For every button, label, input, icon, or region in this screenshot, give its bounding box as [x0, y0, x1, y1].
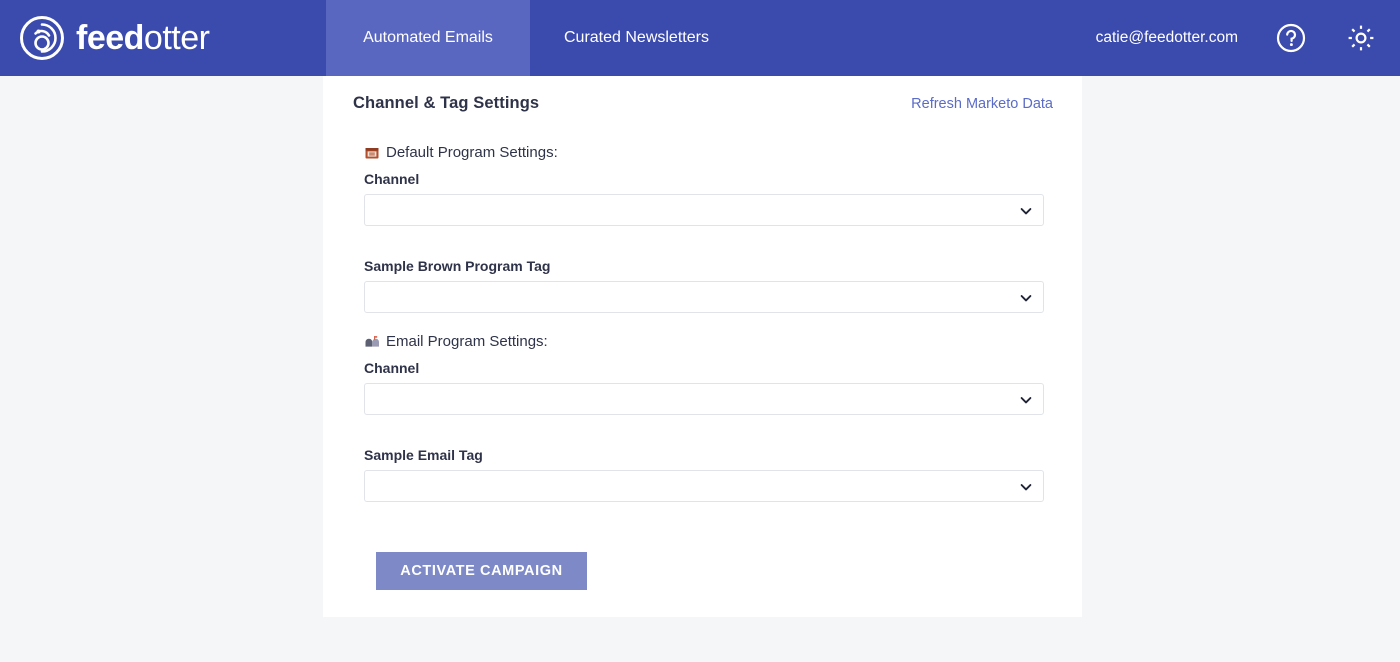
brand-wordmark-bold: feed: [76, 19, 144, 57]
section-email-program-label: Email Program Settings:: [386, 333, 548, 350]
field-sample-email-tag: Sample Email Tag: [364, 447, 1044, 502]
select-sample-brown-program-tag[interactable]: [364, 281, 1044, 313]
settings-card: Channel & Tag Settings Refresh Marketo D…: [323, 76, 1082, 617]
activate-campaign-button[interactable]: ACTIVATE CAMPAIGN: [376, 552, 587, 590]
page-title: Channel & Tag Settings: [353, 94, 540, 112]
field-sample-email-tag-label: Sample Email Tag: [364, 447, 483, 463]
refresh-marketo-data-link[interactable]: Refresh Marketo Data: [911, 96, 1053, 112]
field-sample-brown-program-tag: Sample Brown Program Tag: [364, 258, 1044, 313]
tab-automated-emails-label: Automated Emails: [363, 29, 493, 46]
field-sample-brown-program-tag-label: Sample Brown Program Tag: [364, 258, 551, 274]
field-email-channel-label: Channel: [364, 360, 420, 376]
marketo-email-program-icon: [364, 334, 380, 350]
tab-curated-newsletters[interactable]: Curated Newsletters: [530, 0, 743, 76]
section-default-program-label: Default Program Settings:: [386, 144, 558, 161]
field-email-channel: Channel: [364, 360, 1044, 415]
app-header: feedotter Automated Emails Curated Newsl…: [0, 0, 1400, 76]
marketo-default-program-icon: [364, 145, 380, 161]
tab-curated-newsletters-label: Curated Newsletters: [564, 29, 709, 46]
section-email-program-heading: Email Program Settings:: [364, 333, 1041, 350]
chevron-down-icon: [1019, 204, 1033, 218]
brand-logo[interactable]: feedotter: [0, 0, 326, 76]
select-email-channel[interactable]: [364, 383, 1044, 415]
tab-automated-emails[interactable]: Automated Emails: [326, 0, 530, 76]
chevron-down-icon: [1019, 393, 1033, 407]
field-default-channel: Channel: [364, 171, 1044, 226]
select-sample-email-tag[interactable]: [364, 470, 1044, 502]
feedotter-otter-logo-icon: [18, 14, 66, 62]
channel-tag-form: Default Program Settings: Channel Sample…: [323, 144, 1082, 590]
field-default-channel-label: Channel: [364, 171, 420, 187]
card-header: Channel & Tag Settings Refresh Marketo D…: [323, 76, 1082, 124]
gear-icon[interactable]: [1344, 21, 1378, 55]
brand-wordmark: feedotter: [76, 19, 210, 57]
brand-wordmark-light: otter: [143, 19, 210, 57]
select-default-channel[interactable]: [364, 194, 1044, 226]
header-actions: catie@feedotter.com: [1096, 0, 1400, 76]
chevron-down-icon: [1019, 291, 1033, 305]
user-email[interactable]: catie@feedotter.com: [1096, 29, 1238, 47]
section-default-program-heading: Default Program Settings:: [364, 144, 1041, 161]
question-mark-circle-icon[interactable]: [1274, 21, 1308, 55]
main-navigation: Automated Emails Curated Newsletters: [326, 0, 743, 76]
chevron-down-icon: [1019, 480, 1033, 494]
